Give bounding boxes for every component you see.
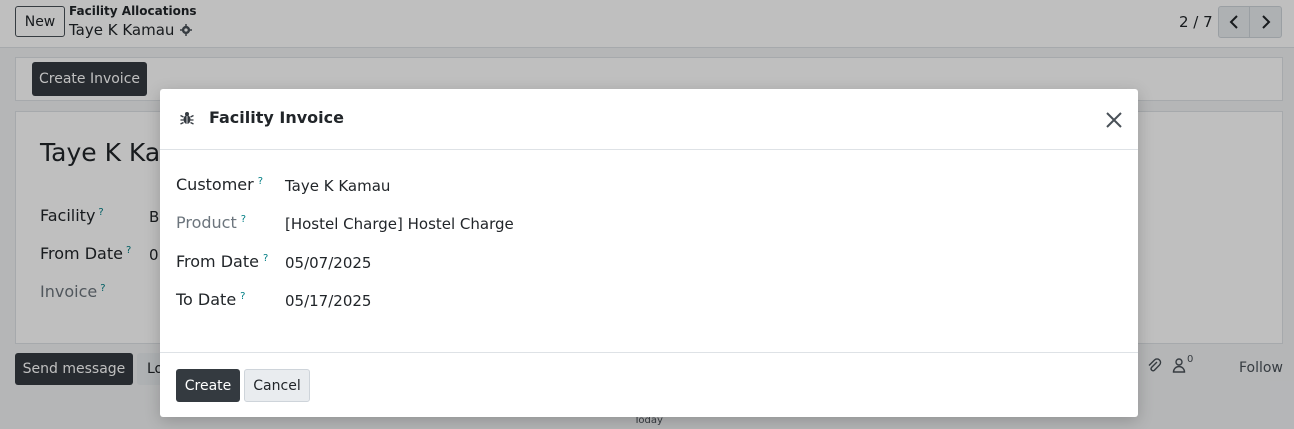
bug-icon [180, 112, 194, 125]
field-label-to-date: To Date? [176, 290, 246, 309]
help-tooltip[interactable]: ? [258, 176, 263, 187]
field-label-customer: Customer? [176, 175, 264, 194]
help-tooltip[interactable]: ? [263, 253, 268, 264]
create-button[interactable]: Create [176, 369, 240, 402]
facility-invoice-dialog: Facility Invoice Customer? Taye K Kamau … [160, 89, 1138, 417]
help-tooltip[interactable]: ? [241, 214, 246, 225]
modal-title: Facility Invoice [209, 108, 344, 127]
from-date-field[interactable]: 05/07/2025 [285, 254, 371, 272]
cancel-button[interactable]: Cancel [244, 369, 310, 402]
to-date-field[interactable]: 05/17/2025 [285, 292, 371, 310]
modal-footer: Create Cancel [160, 352, 1138, 417]
product-field[interactable]: [Hostel Charge] Hostel Charge [285, 215, 514, 233]
close-icon[interactable] [1104, 110, 1124, 130]
help-tooltip[interactable]: ? [240, 291, 245, 302]
field-label-from-date: From Date? [176, 252, 269, 271]
modal-header: Facility Invoice [160, 89, 1138, 150]
field-label-product: Product? [176, 213, 247, 232]
customer-field[interactable]: Taye K Kamau [285, 177, 390, 195]
